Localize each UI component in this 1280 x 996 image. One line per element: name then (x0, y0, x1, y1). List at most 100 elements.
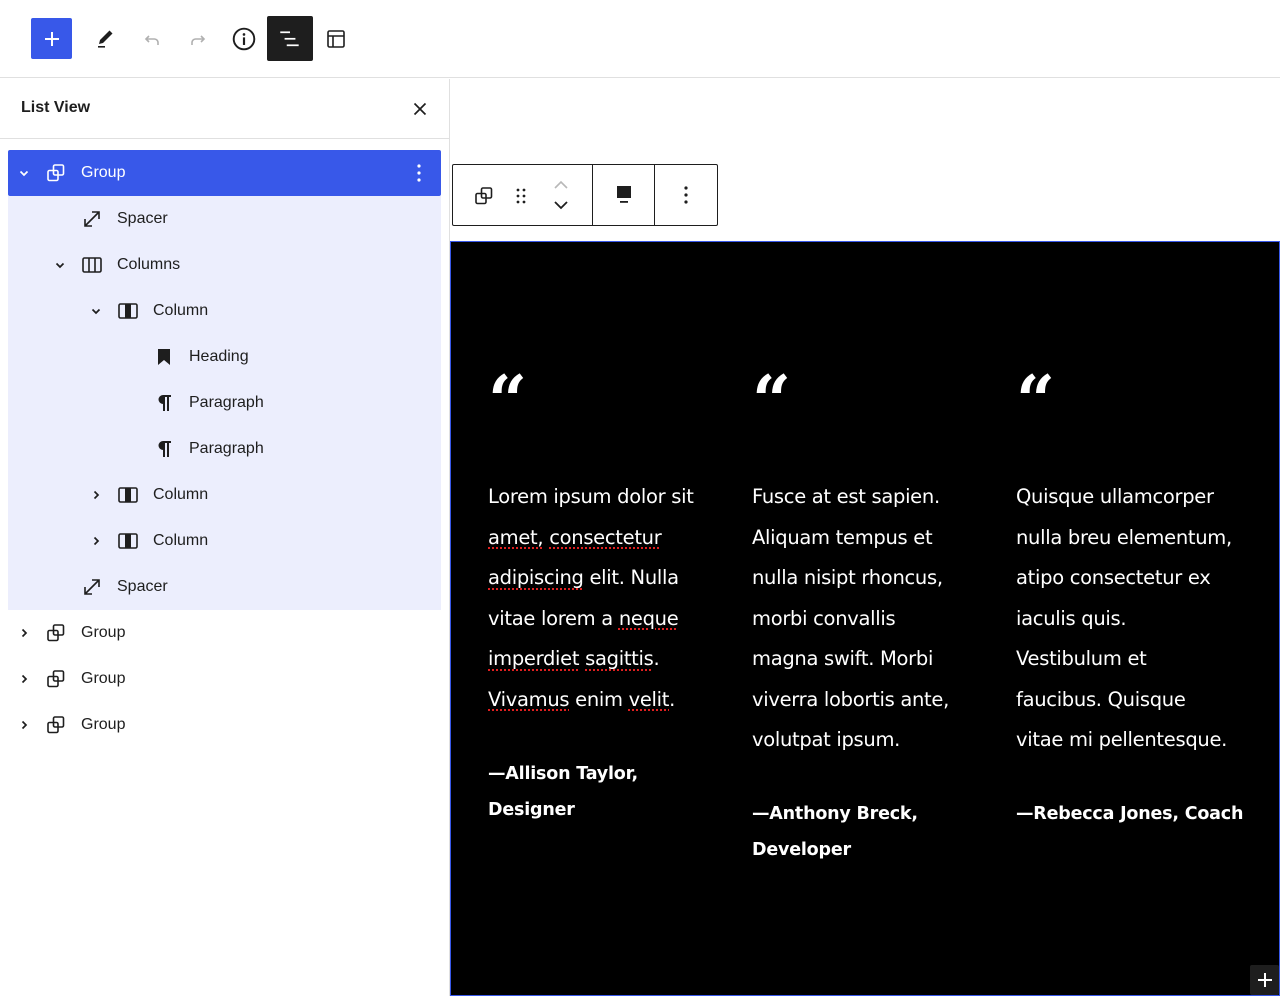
text-line: faucibus. Quisque (1016, 680, 1256, 721)
text-line: amet, consectetur (488, 518, 728, 559)
attribution-line: Developer (752, 840, 851, 860)
undo-button[interactable] (129, 16, 175, 61)
move-up-icon (554, 180, 568, 189)
block-toolbar-group-3 (654, 165, 717, 225)
testimonial-attribution[interactable]: —Anthony Breck, Developer (752, 796, 992, 868)
chevron-down-icon[interactable] (50, 255, 70, 275)
list-view-item-label: Paragraph (189, 394, 264, 411)
chevron-down-icon[interactable] (14, 163, 34, 183)
more-options-button[interactable] (668, 177, 704, 213)
list-view-item-spacer[interactable]: Spacer (8, 564, 441, 610)
tools-button[interactable] (82, 16, 128, 61)
list-view-item-paragraph[interactable]: Paragraph (8, 426, 441, 472)
testimonial-attribution[interactable]: —Allison Taylor, Designer (488, 756, 728, 828)
chevron-down-icon[interactable] (86, 301, 106, 321)
chevron-right-icon[interactable] (14, 715, 34, 735)
attribution-line: Designer (488, 800, 575, 820)
misspelled-word: Vivamus (488, 687, 570, 711)
text-segment: . (669, 687, 676, 711)
chevron-right-icon[interactable] (14, 623, 34, 643)
pencil-icon (98, 30, 113, 48)
spacer-icon (80, 575, 104, 599)
group-icon (44, 713, 68, 737)
plus-icon (44, 31, 59, 46)
list-view-item-label: Spacer (117, 210, 168, 227)
testimonial-attribution[interactable]: —Rebecca Jones, Coach (1016, 796, 1276, 832)
text-line: vitae lorem a neque (488, 599, 728, 640)
list-view-item-heading[interactable]: Heading (8, 334, 441, 380)
chevron-right-icon[interactable] (86, 485, 106, 505)
misspelled-word: consectetur (549, 525, 662, 549)
text-line: adipiscing elit. Nulla (488, 558, 728, 599)
column-icon (116, 483, 140, 507)
block-toolbar (452, 164, 718, 226)
list-view-item-label: Group (81, 670, 126, 687)
selected-group-block[interactable]: “ Lorem ipsum dolor sit amet, consectetur… (450, 241, 1280, 996)
group-icon (44, 621, 68, 645)
quote-mark-heading[interactable]: “ (1016, 367, 1055, 435)
redo-button[interactable] (175, 16, 221, 61)
testimonial-paragraph[interactable]: Fusce at est sapien. Aliquam tempus et nul… (752, 477, 992, 761)
move-down-button[interactable] (549, 197, 573, 213)
block-toolbar-group-2 (592, 165, 654, 225)
spacer-icon (80, 207, 104, 231)
attribution-line: —Anthony Breck, (752, 804, 918, 824)
text-segment: elit. Nulla (583, 566, 679, 589)
info-icon (232, 27, 256, 50)
list-view-item-group[interactable]: Group (8, 656, 441, 702)
list-view-item-column[interactable]: Column (8, 472, 441, 518)
add-block-button[interactable] (31, 18, 72, 59)
more-options-icon[interactable] (409, 161, 429, 185)
text-segment: Lorem ipsum dolor sit (488, 485, 694, 508)
column-icon (116, 299, 140, 323)
text-line: viverra lobortis ante, (752, 680, 992, 721)
group-icon (44, 667, 68, 691)
group-icon (475, 187, 493, 205)
move-up-button[interactable] (549, 177, 573, 193)
chevron-right-icon[interactable] (14, 669, 34, 689)
testimonial-paragraph[interactable]: Quisque ullamcorper nulla breu elementum,… (1016, 477, 1256, 761)
text-segment: iaculis quis. (1016, 606, 1127, 630)
list-view-title: List View (21, 99, 91, 116)
quote-mark-heading[interactable]: “ (488, 367, 527, 435)
columns-icon (80, 253, 104, 277)
list-view-item-label: Group (81, 716, 126, 733)
list-view-item-label: Paragraph (189, 440, 264, 457)
document-overview-button[interactable] (313, 16, 359, 61)
block-type-button[interactable] (471, 183, 497, 209)
block-appender-button[interactable] (1250, 965, 1279, 995)
list-view-button[interactable] (267, 16, 313, 61)
text-line: atipo consectetur ex (1016, 558, 1256, 599)
text-line: Aliquam tempus et (752, 518, 992, 559)
list-view-item-column[interactable]: Column (8, 518, 441, 564)
align-button[interactable] (606, 177, 642, 213)
list-view-item-spacer[interactable]: Spacer (8, 196, 441, 242)
move-down-icon (554, 201, 568, 210)
quote-mark-heading[interactable]: “ (752, 367, 791, 435)
more-options-icon (684, 186, 688, 204)
text-line: nulla breu elementum, (1016, 518, 1256, 559)
list-view-item-columns[interactable]: Columns (8, 242, 441, 288)
list-view-item-paragraph[interactable]: Paragraph (8, 380, 441, 426)
list-view-item-group[interactable]: Group (8, 610, 441, 656)
text-segment: enim (569, 687, 629, 711)
text-line: imperdiet sagittis. (488, 639, 728, 680)
close-list-view-button[interactable] (404, 93, 436, 125)
text-line: magna swift. Morbi (752, 639, 992, 680)
testimonial-paragraph[interactable]: Lorem ipsum dolor sit amet, consectetur ad… (488, 477, 728, 720)
list-view-icon (280, 30, 299, 46)
align-icon (616, 186, 631, 203)
text-segment: Aliquam tempus et (752, 525, 933, 549)
drag-handle[interactable] (511, 183, 531, 209)
text-line: Vivamus enim velit. (488, 680, 728, 721)
text-line: Lorem ipsum dolor sit (488, 477, 728, 518)
undo-icon (144, 34, 159, 45)
chevron-right-icon[interactable] (86, 531, 106, 551)
list-view-item-column[interactable]: Column (8, 288, 441, 334)
list-view-item-group[interactable]: Group (8, 702, 441, 748)
text-segment: nulla nisipt rhoncus, (752, 566, 943, 589)
close-icon (413, 102, 427, 116)
list-view-item-group[interactable]: Group (8, 150, 441, 196)
text-segment: nulla breu elementum, (1016, 525, 1232, 549)
details-button[interactable] (221, 16, 267, 61)
